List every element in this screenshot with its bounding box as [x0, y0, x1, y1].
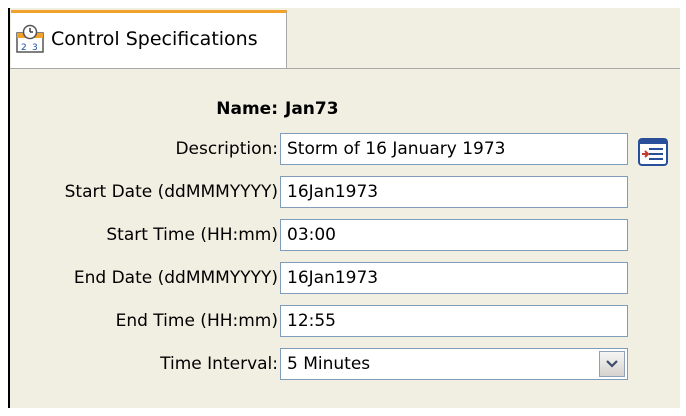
tab-label: Control Specifications [51, 28, 258, 50]
end-time-label: End Time (HH:mm) [115, 311, 278, 331]
time-interval-label: Time Interval: [160, 354, 278, 374]
start-date-label: Start Date (ddMMMYYYY) [64, 182, 278, 202]
control-specifications-panel: 2 3 Control Specifications Name: Jan73 D… [8, 8, 680, 408]
end-date-label: End Date (ddMMMYYYY) [73, 268, 278, 288]
name-label: Name: [216, 99, 278, 119]
start-date-input[interactable]: 16Jan1973 [280, 176, 628, 208]
time-interval-value: 5 Minutes [287, 354, 371, 374]
clock-calendar-icon: 2 3 [15, 24, 45, 54]
start-time-label: Start Time (HH:mm) [106, 225, 278, 245]
svg-text:3: 3 [32, 43, 38, 53]
description-label: Description: [175, 139, 278, 159]
end-date-input[interactable]: 16Jan1973 [280, 262, 628, 294]
chevron-down-icon [606, 360, 618, 368]
end-time-input[interactable]: 12:55 [280, 305, 628, 337]
name-value: Jan73 [285, 99, 339, 119]
tab-control-specifications[interactable]: 2 3 Control Specifications [11, 10, 287, 68]
tab-bar: 2 3 Control Specifications [10, 8, 680, 69]
open-editor-icon [638, 138, 668, 166]
description-input[interactable]: Storm of 16 January 1973 [280, 133, 628, 165]
start-time-input[interactable]: 03:00 [280, 219, 628, 251]
time-interval-select[interactable]: 5 Minutes [280, 348, 628, 380]
svg-text:2: 2 [21, 43, 27, 53]
dropdown-button[interactable] [599, 351, 625, 377]
description-editor-button[interactable] [636, 136, 670, 168]
